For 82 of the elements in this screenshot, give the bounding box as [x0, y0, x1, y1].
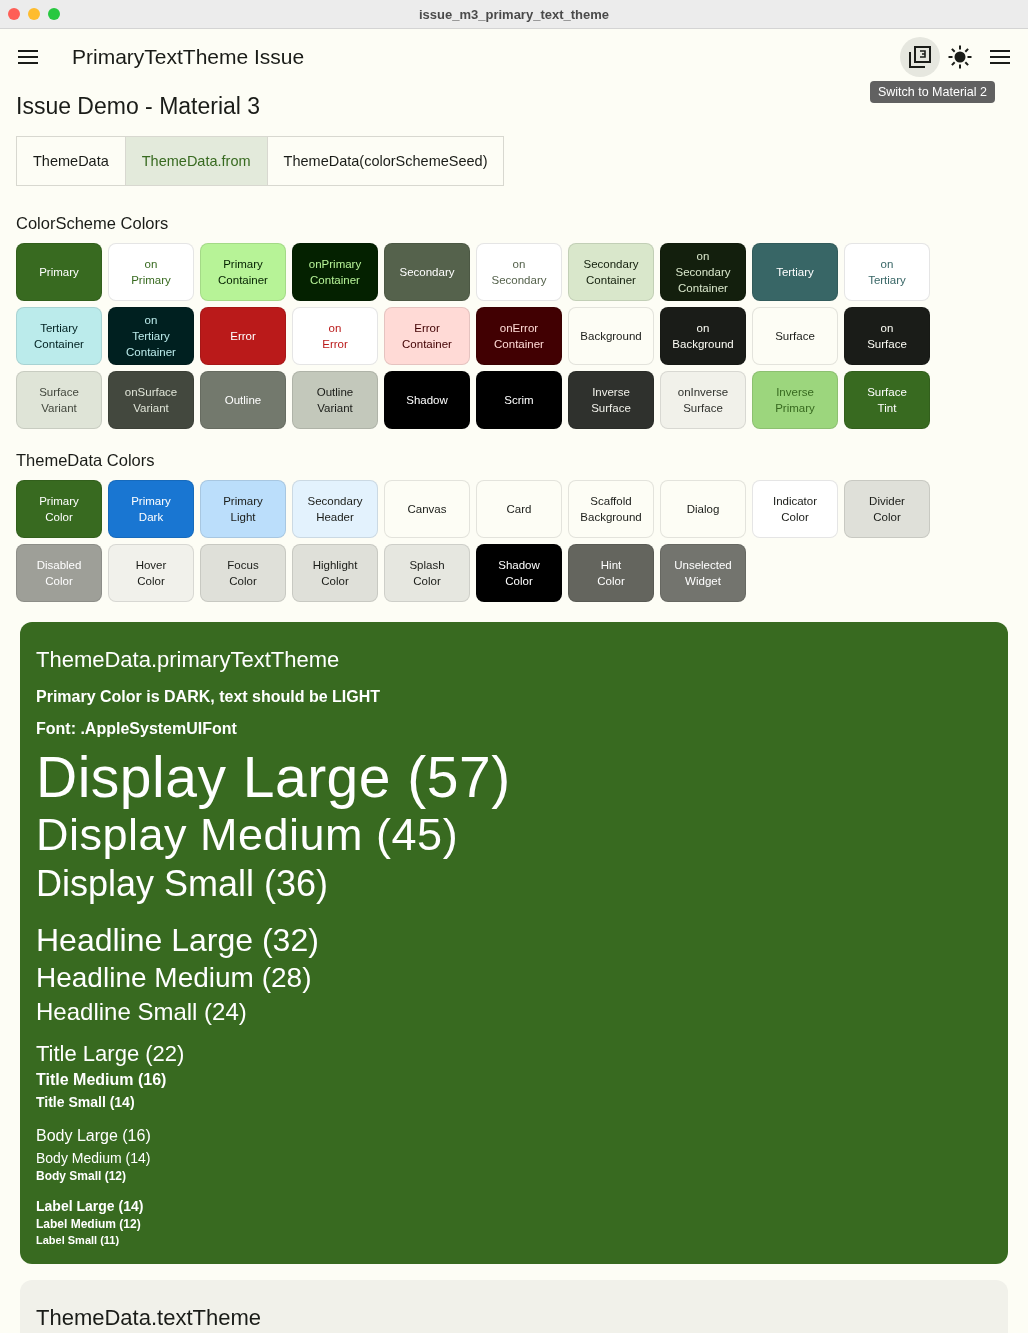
swatch-label: Scrim: [504, 393, 534, 408]
swatch-label: Divider Color: [869, 494, 905, 525]
swatch-label: Shadow Color: [498, 558, 540, 589]
swatch-label: Focus Color: [227, 558, 259, 589]
sample-text: Display Large (57): [36, 746, 512, 808]
sample-text: Title Medium (16): [36, 1070, 168, 1090]
card-title: ThemeData.primaryTextTheme: [36, 646, 341, 674]
swatch-label: on Background: [672, 321, 734, 352]
swatch-label: Surface Variant: [39, 385, 79, 416]
sample-text: Label Large (14): [36, 1197, 145, 1216]
swatch-label: Error Container: [402, 321, 452, 352]
swatch-label: Background: [580, 329, 642, 344]
swatch-label: Shadow: [406, 393, 448, 408]
swatch-label: on Secondary: [491, 257, 547, 288]
swatch-label: Indicator Color: [772, 494, 818, 525]
swatch-label: Secondary: [399, 265, 455, 280]
section-title: ColorScheme Colors: [16, 214, 170, 233]
swatch-label: Primary Container: [218, 257, 268, 288]
sample-text: Title Small (14): [36, 1093, 136, 1112]
swatch-label: Hover Color: [135, 558, 167, 589]
swatch-label: on Tertiary Container: [126, 313, 176, 360]
swatch-label: Surface Tint: [867, 385, 907, 416]
swatch-label: Secondary Container: [583, 257, 639, 288]
sample-text: Headline Large (32): [36, 921, 320, 960]
swatch-label: Disabled Color: [36, 558, 82, 589]
sample-text: Font: .AppleSystemUIFont: [36, 720, 238, 738]
app-title: PrimaryTextTheme Issue: [72, 45, 306, 69]
swatch-label: Tertiary: [776, 265, 814, 280]
material-toggle-button[interactable]: [900, 37, 940, 77]
swatch-label: on Primary: [131, 257, 171, 288]
swatch-label: Surface: [775, 329, 815, 344]
sun-icon: [948, 45, 972, 69]
swatch-label: onInverse Surface: [677, 385, 729, 416]
sample-text: Display Medium (45): [36, 809, 460, 862]
sample-text: Label Small (11): [36, 1233, 121, 1248]
swatch-label: onPrimary Container: [308, 257, 362, 288]
swatch-label: Outline Variant: [316, 385, 354, 416]
sample-text: Label Medium (12): [36, 1216, 142, 1232]
swatch-label: Hint Color: [597, 558, 625, 589]
close-button[interactable]: [8, 8, 20, 20]
swatch-label: onSurface Variant: [124, 385, 178, 416]
swatch-label: Inverse Primary: [775, 385, 815, 416]
swatch-label: Card: [506, 502, 532, 517]
layers-icon: [909, 46, 931, 68]
tooltip: Switch to Material 2: [869, 81, 995, 103]
swatch-label: onError Container: [494, 321, 544, 352]
tab[interactable]: ThemeData(colorSchemeSeed): [267, 137, 504, 185]
window-title: issue_m3_primary_text_theme: [417, 6, 611, 22]
sample-text: Body Medium (14): [36, 1149, 152, 1168]
sample-text: Display Small (36): [36, 862, 330, 906]
menu-icon: [18, 50, 38, 64]
swatch-label: Primary Dark: [131, 494, 171, 525]
swatch-label: Highlight Color: [312, 558, 358, 589]
sample-text: Headline Medium (28): [36, 961, 313, 995]
swatch-label: Primary: [39, 265, 79, 280]
sample-text: Primary Color is DARK, text should be LIGHT: [36, 688, 382, 706]
tab[interactable]: ThemeData.from: [125, 137, 268, 185]
sample-text: Headline Small (24): [36, 997, 248, 1027]
sample-text: Body Large (16): [36, 1126, 152, 1146]
page-heading: Issue Demo - Material 3: [16, 93, 262, 120]
sample-text: Title Large (22): [36, 1040, 186, 1068]
swatch-label: Scaffold Background: [580, 494, 642, 525]
swatch-label: on Surface: [867, 321, 907, 352]
swatch-label: Dialog: [686, 502, 720, 517]
swatch-label: on Secondary Container: [675, 249, 731, 296]
swatch-label: Secondary Header: [307, 494, 363, 525]
tab[interactable]: ThemeData: [17, 137, 126, 185]
swatch-label: Tertiary Container: [34, 321, 84, 352]
swatch-label: on Tertiary: [868, 257, 906, 288]
swatch-label: Primary Light: [223, 494, 263, 525]
section-title: ThemeData Colors: [16, 451, 156, 470]
swatch-label: Splash Color: [409, 558, 445, 589]
swatch-label: Error: [230, 329, 256, 344]
swatch-label: Unselected Widget: [674, 558, 732, 589]
sample-text: Body Small (12): [36, 1168, 128, 1184]
swatch-label: Primary Color: [39, 494, 79, 525]
swatch-label: Inverse Surface: [591, 385, 631, 416]
menu-icon: [990, 50, 1010, 64]
swatch-label: on Error: [322, 321, 348, 352]
card-title: ThemeData.textTheme: [36, 1304, 262, 1332]
swatch-label: Canvas: [407, 502, 447, 517]
swatch-label: Outline: [224, 393, 262, 408]
